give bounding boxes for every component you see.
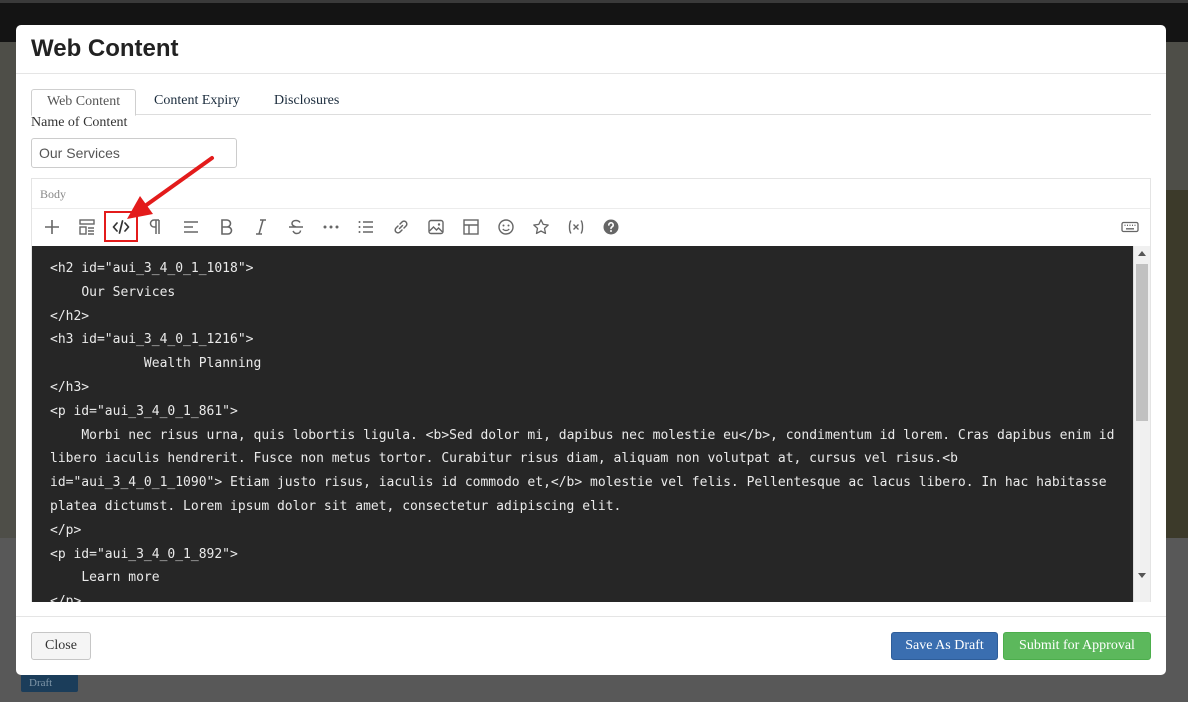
tab-web-content[interactable]: Web Content — [31, 89, 137, 116]
list-icon[interactable] — [354, 215, 378, 239]
emoji-icon[interactable] — [494, 215, 518, 239]
bold-icon[interactable] — [214, 215, 238, 239]
tab-disclosures[interactable]: Disclosures — [274, 89, 339, 115]
code-scrollbar[interactable] — [1133, 246, 1150, 602]
submit-for-approval-button[interactable]: Submit for Approval — [1003, 632, 1151, 660]
save-as-draft-button[interactable]: Save As Draft — [891, 632, 998, 660]
scroll-up-arrow-icon[interactable] — [1138, 251, 1146, 256]
modal-title: Web Content — [31, 35, 179, 62]
keyboard-icon[interactable] — [1118, 215, 1142, 239]
strikethrough-icon[interactable] — [284, 215, 308, 239]
background-draft-badge: Draft — [21, 674, 78, 692]
tab-content-expiry[interactable]: Content Expiry — [154, 89, 240, 115]
body-editor: Body <h2 id="aui_3_4_0_1_1018"> Our Serv… — [31, 178, 1151, 602]
name-of-content-input[interactable] — [31, 138, 237, 168]
scroll-down-arrow-icon[interactable] — [1138, 573, 1146, 578]
close-button[interactable]: Close — [31, 632, 91, 660]
variable-icon[interactable] — [564, 215, 588, 239]
star-icon[interactable] — [529, 215, 553, 239]
code-view-icon[interactable] — [104, 211, 138, 242]
editor-toolbar — [32, 208, 1150, 246]
name-of-content-label: Name of Content — [31, 115, 128, 130]
plus-icon[interactable] — [40, 215, 64, 239]
table-icon[interactable] — [459, 215, 483, 239]
italic-icon[interactable] — [249, 215, 273, 239]
paragraph-icon[interactable] — [144, 215, 168, 239]
web-content-modal: Web Content Web Content Content Expiry D… — [16, 25, 1166, 675]
align-icon[interactable] — [179, 215, 203, 239]
body-label: Body — [40, 187, 67, 201]
help-icon[interactable] — [599, 215, 623, 239]
tab-bar: Web Content Content Expiry Disclosures — [31, 89, 1151, 116]
link-icon[interactable] — [389, 215, 413, 239]
html-source-code[interactable]: <h2 id="aui_3_4_0_1_1018"> Our Services … — [50, 257, 1130, 602]
template-icon[interactable] — [75, 215, 99, 239]
scroll-thumb[interactable] — [1136, 264, 1148, 421]
modal-footer: Close Save As Draft Submit for Approval — [16, 616, 1166, 675]
html-source-editor[interactable]: <h2 id="aui_3_4_0_1_1018"> Our Services … — [32, 246, 1150, 602]
image-icon[interactable] — [424, 215, 448, 239]
more-icon[interactable] — [319, 215, 343, 239]
modal-header: Web Content — [16, 25, 1166, 74]
